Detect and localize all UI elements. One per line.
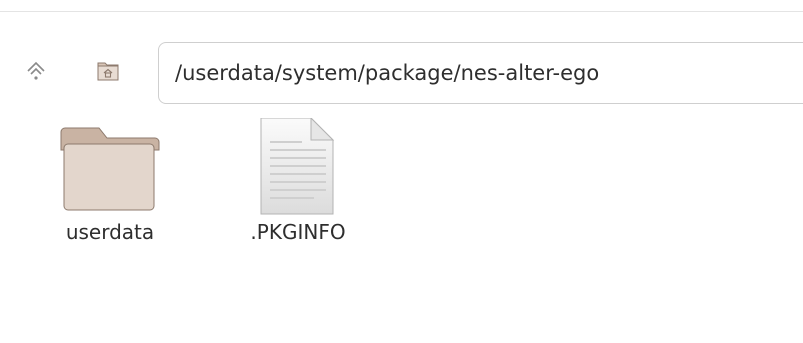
parent-folder-button[interactable] (24, 58, 48, 82)
file-item-pkginfo[interactable]: .PKGINFO (228, 112, 368, 262)
location-path-field[interactable]: /userdata/system/package/nes-alter-ego (158, 42, 803, 104)
file-view: userdata .PKGINFO (0, 112, 803, 343)
home-folder-icon (97, 62, 119, 81)
location-path-text: /userdata/system/package/nes-alter-ego (175, 61, 600, 85)
location-toolbar: /userdata/system/package/nes-alter-ego (0, 12, 803, 112)
folder-icon (60, 127, 160, 211)
file-name-pkginfo: .PKGINFO (250, 220, 346, 244)
file-item-userdata[interactable]: userdata (40, 112, 180, 262)
file-name-userdata: userdata (65, 220, 155, 244)
text-file-icon (260, 118, 335, 215)
file-manager-window: /userdata/system/package/nes-alter-ego u… (0, 0, 803, 343)
home-folder-button[interactable] (96, 58, 120, 82)
parent-folder-icon (27, 61, 45, 80)
window-top-edge (0, 0, 803, 12)
